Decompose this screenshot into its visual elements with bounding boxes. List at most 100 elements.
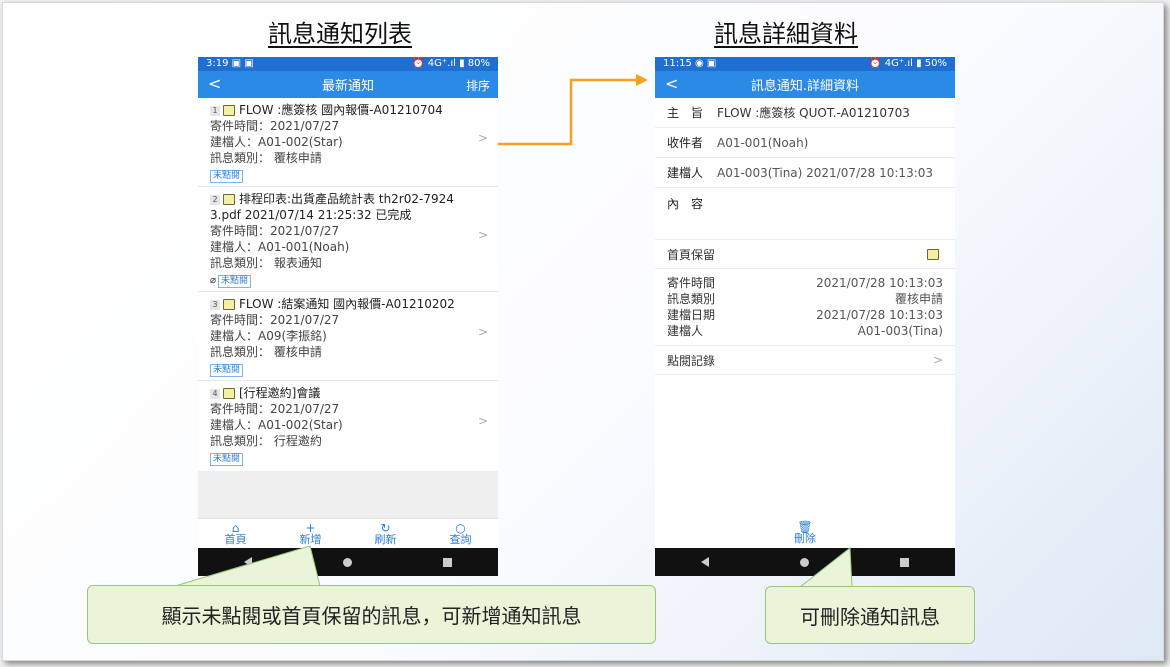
detail-phone-screen: 11:15 ◉ ▣ ⏰ 4G⁺.ıl ▮ 50% < 訊息通知.詳細資料 主 旨… [655,57,955,576]
chevron-right-icon: > [477,325,488,339]
back-icon[interactable]: < [208,74,221,93]
creator-label: 建檔人 [667,166,704,180]
unread-badge: 未點閱 [210,170,244,183]
creator-value: A01-003(Tina) 2021/07/28 10:13:03 [717,165,934,180]
info-row: 建檔人 A01-003(Tina) [667,323,943,339]
nav-search[interactable]: ○ 查詢 [450,519,472,548]
item-creator: 建檔人：A09(李振銘) [210,329,327,343]
item-number: 4 [210,388,220,399]
paperclip-icon: ⌀ [210,275,217,286]
system-nav-bar [655,548,955,576]
item-creator: 建檔人：A01-002(Star) [210,418,343,432]
note-icon [223,105,235,116]
system-home-icon[interactable] [342,557,352,567]
system-recents-icon[interactable] [443,557,453,567]
chevron-right-icon: > [477,228,488,242]
list-item[interactable]: 3 FLOW :結案通知 國內報價-A01210202 寄件時間：2021/07/… [198,292,498,381]
right-callout: 可刪除通知訊息 [765,586,975,644]
item-sent-time: 寄件時間：2021/07/27 [210,402,340,416]
item-creator: 建檔人：A01-001(Noah) [210,240,350,254]
battery-indicator: ▮ 80% [459,58,490,69]
sort-button[interactable]: 排序 [466,77,490,94]
item-title: 排程印表:出貨產品統計表 th2r02-7924 [239,192,454,206]
status-time: 11:15 [663,58,692,69]
item-title-continued: 3.pdf 2021/07/14 21:25:32 已完成 [210,208,412,222]
item-type: 訊息類別： 覆核申請 [210,151,322,165]
info-key: 訊息類別 [667,292,716,306]
status-bar: 11:15 ◉ ▣ ⏰ 4G⁺.ıl ▮ 50% [655,57,955,71]
note-icon [223,299,235,310]
subject-value: FLOW :應簽核 QUOT.-A01210703 [717,106,910,120]
back-icon[interactable]: < [665,74,678,93]
note-icon[interactable] [927,248,939,260]
chevron-right-icon: > [477,414,488,428]
info-value: 覆核申請 [894,292,943,306]
subject-row: 主 旨 FLOW :應簽核 QUOT.-A01210703 [655,98,955,128]
item-sent-time: 寄件時間：2021/07/27 [210,224,340,238]
page-title: 訊息通知.詳細資料 [750,79,860,94]
system-recents-icon[interactable] [900,557,910,567]
homepage-keep-label: 首頁保留 [667,247,716,262]
nav-refresh-label: 刷新 [374,533,397,546]
status-signal-icons: ⏰ 4G⁺.ıl [869,58,913,69]
unread-badge: 未點閱 [210,453,244,466]
content-label: 內 容 [667,197,704,211]
item-title: FLOW :結案通知 國內報價-A01210202 [239,297,455,311]
list-item[interactable]: 2 排程印表:出貨產品統計表 th2r02-7924 3.pdf 2021/07/… [198,187,498,292]
status-left-icons: ◉ ▣ [695,58,717,69]
system-home-icon[interactable] [799,557,809,567]
info-value: A01-003(Tina) [857,324,943,338]
note-icon [223,388,235,399]
status-signal-icons: ⏰ 4G⁺.ıl [412,58,456,69]
empty-area [198,471,498,518]
bottom-nav: 🗑 刪除 [655,518,955,547]
nav-add[interactable]: + 新增 [300,519,322,548]
chevron-right-icon: > [477,131,488,145]
info-row: 寄件時間 2021/07/28 10:13:03 [667,275,943,291]
nav-home-label: 首頁 [224,533,247,546]
content-row: 內 容 [655,188,955,240]
note-icon [223,194,235,205]
slide [2,2,1164,661]
list-item[interactable]: 4 [行程邀約]會議 寄件時間：2021/07/27 建檔人：A01-002(St… [198,381,498,469]
info-block: 寄件時間 2021/07/28 10:13:03 訊息類別 覆核申請 建檔日期 202… [655,269,955,346]
delete-label: 刪除 [794,532,816,545]
creator-row: 建檔人 A01-003(Tina) 2021/07/28 10:13:03 [655,158,955,188]
left-callout: 顯示未點閱或首頁保留的訊息，可新增通知訊息 [87,585,656,644]
chevron-right-icon: > [932,353,943,367]
item-sent-time: 寄件時間：2021/07/27 [210,119,340,133]
read-log-label: 點閱記錄 [667,353,716,368]
item-type: 訊息類別： 行程邀約 [210,434,322,448]
read-log-row[interactable]: 點閱記錄 > [655,346,955,375]
nav-home[interactable]: ⌂ 首頁 [225,519,247,548]
bottom-nav: ⌂ 首頁 + 新增 ↻ 刷新 ○ 查詢 [198,518,498,548]
detail-heading: 訊息詳細資料 [714,20,858,48]
item-number: 1 [210,105,220,116]
status-left-icons: ▣ ▣ [231,58,254,69]
item-type: 訊息類別： 報表通知 [210,256,322,270]
recipient-row: 收件者 A01-001(Noah) [655,128,955,158]
subject-label: 主 旨 [667,106,704,120]
system-back-icon[interactable] [243,557,252,567]
delete-button[interactable]: 🗑 刪除 [794,518,816,547]
unread-badge: 未點閱 [210,364,244,377]
item-number: 2 [210,194,220,205]
list-item[interactable]: 1 FLOW :應簽核 國內報價-A01210704 寄件時間：2021/07/2… [198,98,498,187]
recipient-value: A01-001(Noah) [717,135,809,150]
nav-search-label: 查詢 [449,533,472,546]
homepage-keep-row[interactable]: 首頁保留 [655,240,955,269]
nav-refresh[interactable]: ↻ 刷新 [375,519,397,548]
item-type: 訊息類別： 覆核申請 [210,345,322,359]
status-time: 3:19 [206,58,229,69]
battery-indicator: ▮ 50% [916,58,947,69]
system-back-icon[interactable] [700,557,709,567]
list-phone-screen: 3:19 ▣ ▣ ⏰ 4G⁺.ıl ▮ 80% < 最新通知 排序 1 FLOW … [198,57,498,576]
list-heading: 訊息通知列表 [268,20,412,48]
info-row: 建檔日期 2021/07/28 10:13:03 [667,307,943,323]
info-row: 訊息類別 覆核申請 [667,291,943,307]
info-value: 2021/07/28 10:13:03 [816,276,943,290]
status-bar: 3:19 ▣ ▣ ⏰ 4G⁺.ıl ▮ 80% [198,57,498,71]
item-title: [行程邀約]會議 [239,386,321,400]
app-bar: < 訊息通知.詳細資料 [655,71,955,98]
item-number: 3 [210,299,220,310]
